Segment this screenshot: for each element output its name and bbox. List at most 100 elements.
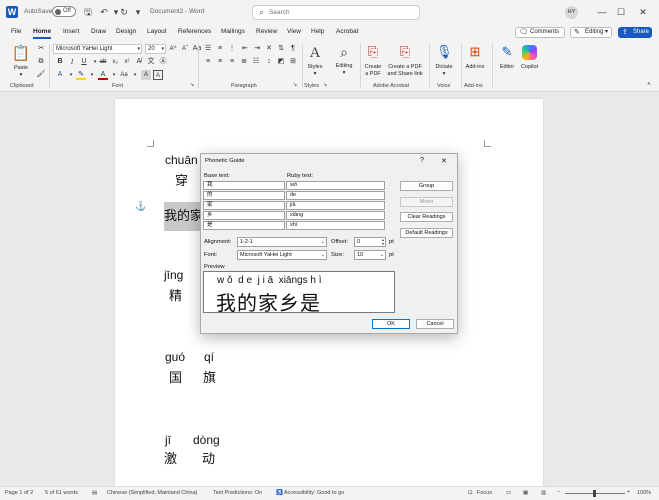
copy-icon[interactable]: ⧉ <box>36 57 46 67</box>
align-right-icon[interactable]: ≡ <box>227 57 237 67</box>
proofing-icon[interactable]: ▤ <box>92 490 97 496</box>
accessibility-status[interactable]: Accessibility: Good to go <box>284 490 344 496</box>
avatar[interactable]: HY <box>565 6 578 19</box>
base-text-field[interactable]: 家 <box>203 201 285 210</box>
paste-dropdown-icon[interactable]: ▾ <box>17 72 25 78</box>
tab-layout[interactable]: Layout <box>147 28 167 35</box>
highlight-icon[interactable]: ✎ <box>76 70 86 80</box>
change-case-aa-icon[interactable]: Aa <box>119 70 129 80</box>
base-text-field[interactable]: 是 <box>203 221 285 230</box>
default-readings-button[interactable]: Default Readings <box>400 228 453 238</box>
tab-insert[interactable]: Insert <box>63 28 79 35</box>
align-center-icon[interactable]: ≡ <box>215 57 225 67</box>
close-window-icon[interactable]: ✕ <box>636 5 650 19</box>
tab-draw[interactable]: Draw <box>91 28 106 35</box>
character-border-icon[interactable]: A <box>153 70 163 80</box>
base-text-field[interactable]: 我 <box>203 181 285 190</box>
create-pdf-share-icon[interactable]: ⎘ <box>397 44 413 61</box>
share-button[interactable]: ⇪ Share ▾ <box>618 27 652 44</box>
autosave-toggle[interactable]: Off <box>52 6 76 17</box>
styles-dropdown-icon[interactable]: ▾ <box>311 71 319 77</box>
create-pdf-icon[interactable]: ⎘ <box>365 44 381 61</box>
maximize-icon[interactable]: ☐ <box>614 5 628 19</box>
bold-icon[interactable]: B <box>55 57 65 67</box>
borders-icon[interactable]: ⊞ <box>288 57 298 67</box>
change-case-dropdown-icon[interactable]: ▾ <box>130 70 140 80</box>
editing-mode-button[interactable]: ✎ Editing ▾ <box>570 27 612 38</box>
alignment-dropdown[interactable]: 1-2-1 ⌄ <box>237 237 327 247</box>
offset-spinner[interactable]: 0 ▴ ▾ <box>354 237 386 247</box>
size-dropdown[interactable]: 10 ⌄ <box>354 250 386 260</box>
multilevel-list-icon[interactable]: ⋮ <box>227 44 237 54</box>
sort-icon[interactable]: ⇅ <box>276 44 286 54</box>
create-share-line2[interactable]: and Share link <box>383 71 427 77</box>
shrink-font-icon[interactable]: Aˇ <box>180 44 190 54</box>
distributed-icon[interactable]: ☷ <box>251 57 261 67</box>
italic-icon[interactable]: I <box>67 57 77 67</box>
language[interactable]: Chinese (Simplified, Mainland China) <box>107 490 198 496</box>
ruby-text-field[interactable]: de <box>286 191 385 200</box>
word-count[interactable]: 5 of 61 words <box>45 490 78 496</box>
ruby-text-field[interactable]: jiā <box>286 201 385 210</box>
zoom-in-icon[interactable]: + <box>627 489 630 495</box>
tab-design[interactable]: Design <box>116 28 136 35</box>
change-case-icon[interactable]: Aa <box>192 44 202 54</box>
font-color-dropdown-icon[interactable]: ▾ <box>109 70 119 80</box>
help-icon[interactable]: ? <box>420 157 424 164</box>
tab-file[interactable]: File <box>11 28 21 35</box>
align-left-icon[interactable]: ≡ <box>203 57 213 67</box>
paste-label[interactable]: Paste <box>11 65 31 71</box>
show-marks-icon[interactable]: ¶ <box>288 44 298 54</box>
dictate-label[interactable]: Dictate <box>432 64 456 70</box>
highlight-dropdown-icon[interactable]: ▾ <box>87 70 97 80</box>
zoom-level[interactable]: 100% <box>637 490 651 496</box>
text-effects-dropdown-icon[interactable]: ▾ <box>66 70 76 80</box>
bullets-icon[interactable]: ☰ <box>203 44 213 54</box>
focus-label[interactable]: Focus <box>477 490 492 496</box>
tab-view[interactable]: View <box>287 28 301 35</box>
find-icon[interactable]: ⌕ <box>334 44 354 61</box>
focus-icon[interactable]: ⊡ <box>468 490 473 496</box>
phonetic-guide-icon[interactable]: 文 <box>146 57 156 67</box>
grow-font-icon[interactable]: A^ <box>168 44 178 54</box>
accessibility-icon[interactable]: ♿ <box>276 490 283 496</box>
create-share-line1[interactable]: Create a PDF <box>383 64 427 70</box>
copilot-label[interactable]: Copilot <box>517 64 542 70</box>
selected-text[interactable]: 我的家 <box>164 205 203 224</box>
editor-icon[interactable]: ✎ <box>499 44 515 61</box>
group-button[interactable]: Group <box>400 181 453 191</box>
styles-icon[interactable]: A <box>305 45 325 62</box>
styles-dialog-launcher-icon[interactable]: ↘ <box>320 80 330 90</box>
shading-icon[interactable]: ◩ <box>276 57 286 67</box>
copilot-icon[interactable] <box>522 45 537 60</box>
text-effects-icon[interactable]: A <box>55 70 65 80</box>
ruby-text-field[interactable]: xiāng <box>286 211 385 220</box>
dictate-dropdown-icon[interactable]: ▾ <box>440 71 448 77</box>
comments-button[interactable]: 🗨 Comments <box>515 27 565 38</box>
cut-icon[interactable]: ✂ <box>36 44 46 54</box>
subscript-icon[interactable]: x₂ <box>110 57 120 67</box>
font-size-dropdown[interactable]: 20 ▾ <box>145 44 166 54</box>
print-layout-icon[interactable]: ▦ <box>523 490 528 496</box>
paste-icon[interactable]: 📋 <box>11 44 31 62</box>
page-count[interactable]: Page 1 of 2 <box>5 490 33 496</box>
strikethrough-icon[interactable]: ab <box>98 57 108 67</box>
microphone-icon[interactable]: 🎙 <box>436 44 453 61</box>
editing-dropdown-icon[interactable]: ▾ <box>340 70 348 76</box>
cancel-button[interactable]: Cancel <box>416 319 454 329</box>
ruby-text-field[interactable]: shì <box>286 221 385 230</box>
save-icon[interactable]: 🖫 <box>82 6 94 18</box>
numbering-icon[interactable]: ≡ <box>215 44 225 54</box>
font-name-dropdown[interactable]: Microsoft YaHei Light ▾ <box>53 44 142 54</box>
paragraph-dialog-launcher-icon[interactable]: ↘ <box>290 80 300 90</box>
mono-button[interactable]: Mono <box>400 197 453 207</box>
font-dialog-launcher-icon[interactable]: ↘ <box>187 80 197 90</box>
chinese-layout-icon[interactable]: ✕ <box>264 44 274 54</box>
base-text-field[interactable]: 的 <box>203 191 285 200</box>
styles-label[interactable]: Styles <box>303 64 327 70</box>
tab-review[interactable]: Review <box>256 28 277 35</box>
text-predictions[interactable]: Text Predictions: On <box>213 490 262 496</box>
addins-icon[interactable]: ⊞ <box>467 44 483 61</box>
tab-home[interactable]: Home <box>33 28 51 35</box>
line-spacing-icon[interactable]: ↕ <box>264 57 274 67</box>
